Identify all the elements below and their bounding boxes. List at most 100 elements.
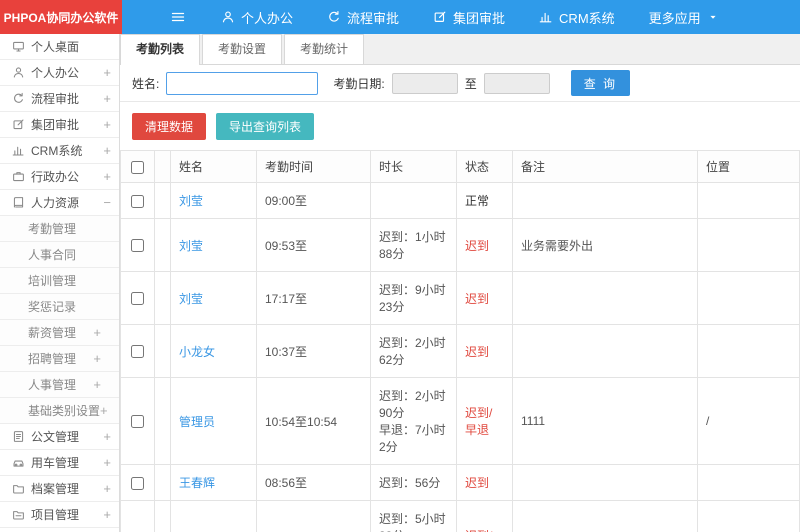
chart-icon <box>12 146 24 156</box>
sidebar-item[interactable]: 人力资源 − <box>0 190 119 216</box>
status-cell: 迟到/早退 <box>456 377 513 465</box>
expand-toggle-icon[interactable]: + <box>103 456 111 469</box>
expand-toggle-icon[interactable]: + <box>93 326 101 339</box>
sidebar-item[interactable]: 奖惩记录 <box>0 294 119 320</box>
sidebar-item[interactable]: 流程审批 + <box>0 86 119 112</box>
expand-toggle-icon[interactable]: + <box>100 404 108 417</box>
status-cell: 迟到 <box>456 464 513 501</box>
expand-toggle-icon[interactable]: − <box>103 196 111 209</box>
doc-icon <box>13 431 24 442</box>
column-header: 姓名 <box>170 150 257 183</box>
location-cell <box>697 218 800 272</box>
sidebar-item[interactable]: 个人桌面 <box>0 34 119 60</box>
search-button[interactable]: 查 询 <box>570 70 631 96</box>
sidebar-item[interactable]: 人事管理 + <box>0 372 119 398</box>
sidebar-item[interactable]: 培训管理 <box>0 268 119 294</box>
expand-toggle-icon[interactable]: + <box>103 508 111 521</box>
sidebar-item[interactable]: 人事合同 <box>0 242 119 268</box>
topnav-item[interactable]: 集团审批 <box>416 0 522 34</box>
user-icon <box>13 67 24 78</box>
caret-down-icon <box>710 15 716 19</box>
row-checkbox[interactable] <box>131 415 144 429</box>
sidebar-item[interactable]: 基础类别设置 + <box>0 398 119 424</box>
duration-cell: 迟到：9小时23分 <box>370 271 457 325</box>
menu-toggle[interactable] <box>170 0 186 34</box>
date-from-input[interactable] <box>391 72 458 94</box>
sidebar-item-label: 项目管理 <box>31 508 80 522</box>
row-checkbox-cell <box>120 377 155 465</box>
table-row: 刘莹 09:53至 迟到：1小时88分 迟到 业务需要外出 <box>120 218 800 272</box>
tab-label: 考勤设置 <box>218 42 267 56</box>
topnav-item[interactable]: 流程审批 <box>310 0 416 34</box>
sidebar-item[interactable]: 档案管理 + <box>0 476 119 502</box>
time-cell: 08:56至 <box>256 464 371 501</box>
sidebar-item-label: 人力资源 <box>31 196 80 210</box>
sidebar-item[interactable]: CRM系统 + <box>0 138 119 164</box>
user-icon <box>222 11 234 23</box>
sidebar-item[interactable]: 行政办公 + <box>0 164 119 190</box>
row-gap-cell <box>154 324 171 378</box>
sidebar-item[interactable]: 公文管理 + <box>0 424 119 450</box>
edit-icon <box>434 11 446 22</box>
attendance-table-header-row: 姓名 考勤时间 时长 状态 备注 位置 <box>120 150 800 183</box>
expand-toggle-icon[interactable]: + <box>93 378 101 391</box>
employee-name-link[interactable]: 小龙女 <box>179 345 215 359</box>
row-gap-cell <box>154 500 171 532</box>
briefcase-icon <box>13 172 24 182</box>
name-cell: 王春辉 <box>170 464 257 501</box>
expand-toggle-icon[interactable]: + <box>103 170 111 183</box>
select-all-checkbox[interactable] <box>131 160 144 174</box>
time-cell: 13:20至13:20 <box>256 500 371 532</box>
employee-name-link[interactable]: 刘莹 <box>179 239 203 253</box>
sidebar-item-label: 薪资管理 <box>28 326 77 340</box>
time-cell: 10:54至10:54 <box>256 377 371 465</box>
table-row: 刘莹 09:00至 正常 <box>120 182 800 219</box>
expand-toggle-icon[interactable]: + <box>103 430 111 443</box>
export-list-button[interactable]: 导出查询列表 <box>216 113 315 140</box>
expand-toggle-icon[interactable]: + <box>103 118 111 131</box>
column-header: 备注 <box>512 150 698 183</box>
sidebar-item[interactable]: 薪资管理 + <box>0 320 119 346</box>
row-checkbox[interactable] <box>131 345 144 359</box>
date-to-input[interactable] <box>483 72 550 94</box>
expand-toggle-icon[interactable]: + <box>103 482 111 495</box>
expand-toggle-icon[interactable]: + <box>103 66 111 79</box>
status-cell: 正常 <box>456 182 513 219</box>
expand-toggle-icon[interactable]: + <box>103 144 111 157</box>
employee-name-link[interactable]: 刘莹 <box>179 292 203 306</box>
topnav-item-label: 集团审批 <box>453 10 506 26</box>
topnav-item[interactable]: CRM系统 <box>522 0 632 34</box>
sidebar-item[interactable]: 用车管理 + <box>0 450 119 476</box>
tab[interactable]: 考勤设置 <box>202 34 283 64</box>
clean-data-button[interactable]: 清理数据 <box>132 113 207 140</box>
employee-name-link[interactable]: 刘莹 <box>179 194 203 208</box>
expand-toggle-icon[interactable]: + <box>103 92 111 105</box>
row-checkbox[interactable] <box>131 292 144 306</box>
row-checkbox-cell <box>120 324 155 378</box>
topnav-item[interactable]: 更多应用 <box>632 0 736 34</box>
expand-toggle-icon[interactable]: + <box>93 352 101 365</box>
note-cell: 1111 <box>512 377 698 465</box>
tab[interactable]: 考勤统计 <box>284 34 365 64</box>
date-filter-label: 考勤日期: <box>333 76 385 91</box>
attendance-table: 姓名 考勤时间 时长 状态 备注 位置 刘莹 09:00至 正常 刘莹 09:53至 迟到：1小时8… <box>120 150 800 532</box>
status-cell: 迟到/早退 <box>456 500 513 532</box>
row-checkbox[interactable] <box>131 476 144 490</box>
employee-name-link[interactable]: 管理员 <box>179 415 215 429</box>
table-row: 黄莺13:20至13:20迟到：5小时33分 早退：4小时67分迟到/早退 / <box>120 500 800 532</box>
tab[interactable]: 考勤列表 <box>120 34 201 65</box>
sidebar-item[interactable]: 集团审批 + <box>0 112 119 138</box>
sidebar-item[interactable]: 招聘管理 + <box>0 346 119 372</box>
location-cell: / <box>697 500 800 532</box>
row-checkbox[interactable] <box>131 239 144 253</box>
row-checkbox[interactable] <box>131 194 144 208</box>
sidebar-item[interactable]: 项目管理 + <box>0 502 119 528</box>
sidebar-item[interactable]: 个人办公 + <box>0 60 119 86</box>
note-cell <box>512 500 698 532</box>
employee-name-link[interactable]: 王春辉 <box>179 476 215 490</box>
topnav-item[interactable]: 个人办公 <box>204 0 310 34</box>
location-cell <box>697 324 800 378</box>
header-gap-cell <box>154 150 171 183</box>
name-filter-input[interactable] <box>166 71 319 95</box>
sidebar-item[interactable]: 考勤管理 <box>0 216 119 242</box>
